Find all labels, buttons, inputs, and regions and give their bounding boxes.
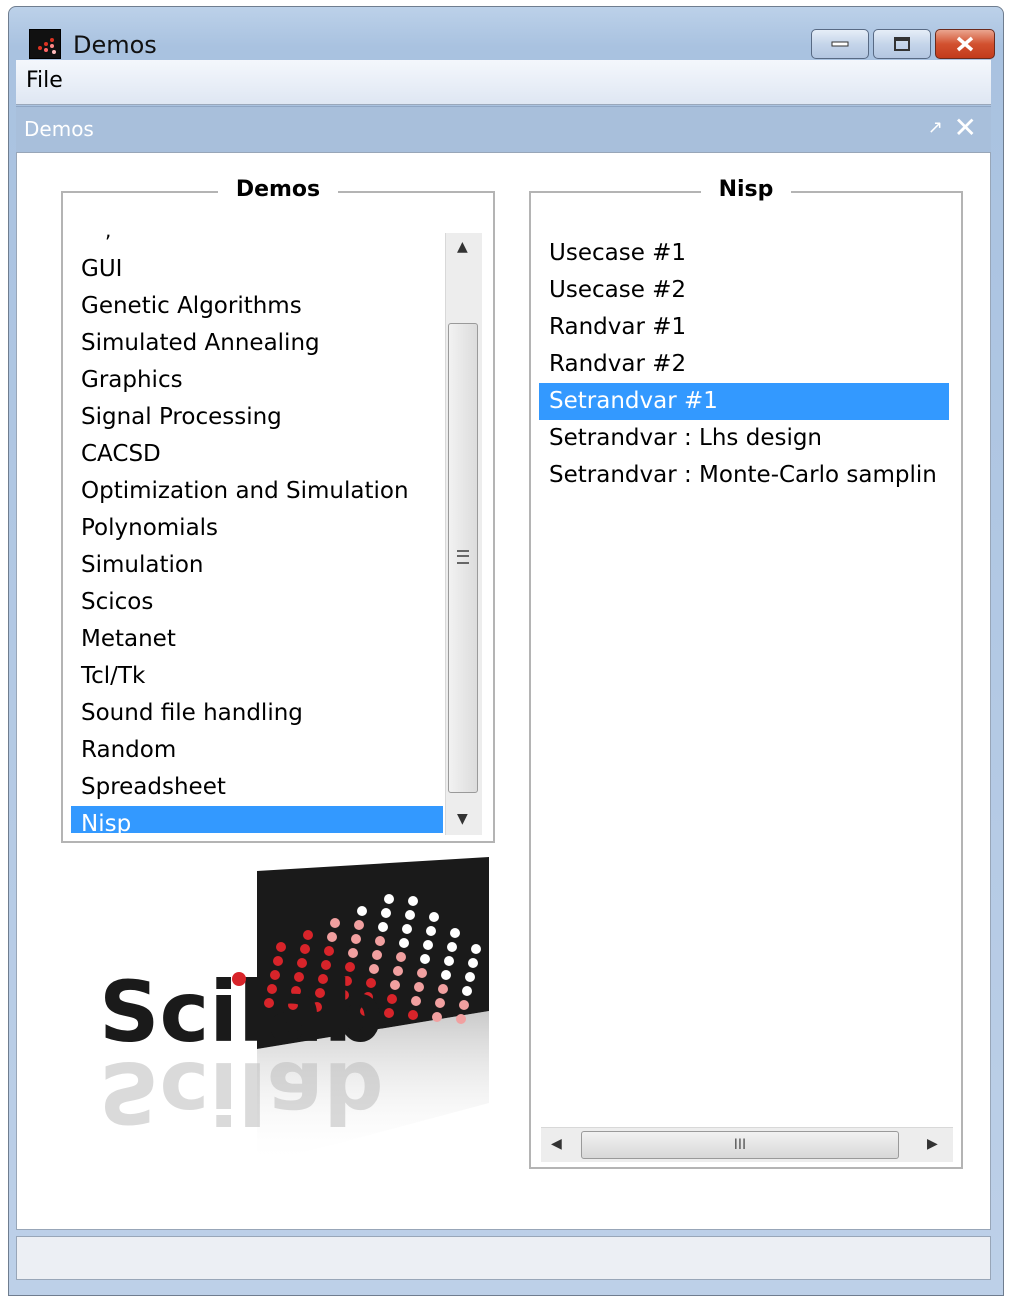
title-bar[interactable]: Demos xyxy=(9,7,1003,65)
list-item[interactable]: Tcl/Tk xyxy=(71,658,443,695)
list-item[interactable]: Randvar #2 xyxy=(539,346,949,383)
dock-header[interactable]: Demos ↗ ✕ xyxy=(16,106,991,153)
scilab-app-icon[interactable] xyxy=(29,29,61,59)
scroll-right-icon[interactable]: ▶ xyxy=(927,1136,938,1152)
list-item[interactable]: Usecase #1 xyxy=(539,235,949,272)
close-icon xyxy=(956,36,974,52)
nisp-list[interactable]: Usecase #1 Usecase #2 Randvar #1 Randvar #2… xyxy=(539,235,949,1115)
maximize-button[interactable] xyxy=(873,29,931,59)
list-item[interactable]: CACSD xyxy=(71,436,443,473)
scilab-logo: Scilab Scilab xyxy=(99,857,489,1165)
list-item[interactable]: Scicos xyxy=(71,584,443,621)
nisp-scroll-thumb[interactable]: III xyxy=(581,1131,899,1159)
scroll-up-icon[interactable]: ▲ xyxy=(457,239,468,255)
demos-group: Demos , GUI Genetic Algorithms Simulated A… xyxy=(61,177,495,843)
minimize-icon xyxy=(831,41,849,47)
maximize-icon xyxy=(894,37,910,51)
list-item[interactable]: Signal Processing xyxy=(71,399,443,436)
demos-list[interactable]: , GUI Genetic Algorithms Simulated Anneali… xyxy=(71,225,443,833)
menu-file[interactable]: File xyxy=(26,68,63,93)
demos-scroll-thumb[interactable] xyxy=(448,323,478,793)
dock-close-icon[interactable]: ✕ xyxy=(954,111,977,144)
list-item[interactable]: Usecase #2 xyxy=(539,272,949,309)
grip-icon: III xyxy=(733,1137,747,1153)
list-item[interactable]: Graphics xyxy=(71,362,443,399)
list-item[interactable]: Genetic Algorithms xyxy=(71,288,443,325)
nisp-group: Nisp Usecase #1 Usecase #2 Randvar #1 Randv… xyxy=(529,177,963,1169)
close-window-button[interactable] xyxy=(935,29,995,59)
list-item[interactable]: Simulated Annealing xyxy=(71,325,443,362)
list-item[interactable]: Simulation xyxy=(71,547,443,584)
list-item[interactable]: Setrandvar : Monte-Carlo samplin xyxy=(539,457,949,494)
list-item[interactable]: Setrandvar #1 xyxy=(539,383,949,420)
list-item[interactable]: Randvar #1 xyxy=(539,309,949,346)
list-item[interactable]: GUI xyxy=(71,251,443,288)
list-item[interactable]: Metanet xyxy=(71,621,443,658)
nisp-group-title: Nisp xyxy=(700,177,792,202)
logo-reflection: Scilab xyxy=(99,1043,384,1141)
nisp-horizontal-scrollbar[interactable]: ◀ III ▶ xyxy=(541,1127,953,1162)
list-item[interactable]: Random xyxy=(71,732,443,769)
list-item[interactable]: Nisp xyxy=(71,806,443,833)
grip-icon xyxy=(457,550,469,564)
menu-bar: File xyxy=(16,60,991,105)
minimize-button[interactable] xyxy=(811,29,869,59)
scroll-left-icon[interactable]: ◀ xyxy=(551,1136,562,1152)
list-item[interactable]: Optimization and Simulation xyxy=(71,473,443,510)
status-bar xyxy=(16,1236,991,1280)
list-item[interactable]: Spreadsheet xyxy=(71,769,443,806)
list-item-partial: , xyxy=(105,225,112,242)
dock-title: Demos xyxy=(24,117,94,141)
scroll-down-icon[interactable]: ▼ xyxy=(457,811,468,827)
list-item[interactable]: Polynomials xyxy=(71,510,443,547)
list-item[interactable]: Sound file handling xyxy=(71,695,443,732)
undock-icon[interactable]: ↗ xyxy=(928,117,943,138)
window-title: Demos xyxy=(73,31,157,59)
list-item[interactable]: Setrandvar : Lhs design xyxy=(539,420,949,457)
demos-vertical-scrollbar[interactable]: ▲ ▼ xyxy=(445,233,482,835)
demos-group-title: Demos xyxy=(217,177,339,202)
demos-content: Demos , GUI Genetic Algorithms Simulated A… xyxy=(16,152,991,1230)
